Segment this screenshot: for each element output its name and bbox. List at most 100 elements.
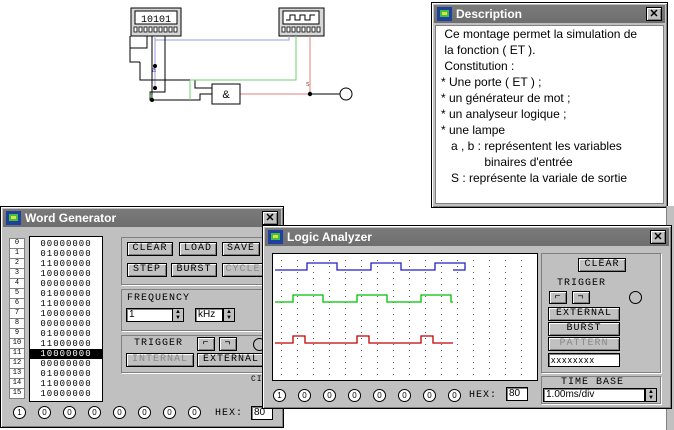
word-row[interactable]: 10000000 xyxy=(30,269,102,279)
waveform-grid xyxy=(275,260,522,375)
analyzer-trigger-label: TRIGGER xyxy=(557,278,607,289)
save-button[interactable]: SAVE xyxy=(222,242,260,256)
input-connector-icon[interactable]: 0 xyxy=(398,389,411,402)
input-connector-icon[interactable]: 0 xyxy=(348,389,361,402)
analyzer-hex-input[interactable]: 80 xyxy=(506,387,528,401)
word-row[interactable]: 00000000 xyxy=(30,239,102,249)
unit-stepper[interactable]: ▲ ▼ xyxy=(223,308,235,322)
output-connector-icon[interactable]: 0 xyxy=(38,406,51,419)
word-row[interactable]: 00000000 xyxy=(30,319,102,329)
description-text-area: Ce montage permet la simulation de la fo… xyxy=(435,25,664,204)
load-button[interactable]: LOAD xyxy=(179,242,217,256)
description-line: * Une porte ( ET ) ; xyxy=(441,75,542,89)
gate-symbol: & xyxy=(222,89,230,101)
word-row[interactable]: 00000000 xyxy=(30,279,102,289)
app-icon xyxy=(6,211,21,225)
logic-analyzer-instrument[interactable] xyxy=(278,7,325,37)
close-icon[interactable]: ✕ xyxy=(650,230,666,244)
rising-edge-icon[interactable]: ⌐ xyxy=(197,337,215,351)
time-base-label: TIME BASE xyxy=(561,377,625,388)
word-row-selected[interactable]: 10000000 xyxy=(30,349,102,359)
output-connector-icon[interactable]: 0 xyxy=(88,406,101,419)
input-connector-icon[interactable]: 0 xyxy=(323,389,336,402)
word-row[interactable]: 10000000 xyxy=(30,389,102,399)
app-icon xyxy=(437,7,452,21)
description-line: * une lampe xyxy=(441,123,506,137)
analyzer-pattern-button[interactable]: PATTERN xyxy=(548,337,620,351)
cycle-button[interactable]: CYCLE xyxy=(222,263,264,277)
waveform-trace xyxy=(275,262,466,271)
external-button[interactable]: EXTERNAL xyxy=(197,353,265,367)
description-window: Description ✕ Ce montage permet la simul… xyxy=(431,2,668,208)
word-list[interactable]: 00000000 01000000 11000000 10000000 0000… xyxy=(29,236,103,402)
trigger-radio[interactable] xyxy=(629,291,642,304)
clear-button[interactable]: CLEAR xyxy=(127,242,173,256)
logic-analyzer-title: Logic Analyzer xyxy=(287,230,372,244)
rising-edge-icon[interactable]: ⌐ xyxy=(549,291,567,304)
word-row[interactable]: 01000000 xyxy=(30,249,102,259)
description-line: Constitution : xyxy=(441,59,515,73)
output-connector-icon[interactable]: 0 xyxy=(138,406,151,419)
circuit-schematic: 10101 & a b s xyxy=(129,7,353,105)
word-row[interactable]: 10000000 xyxy=(30,309,102,319)
lamp[interactable] xyxy=(339,87,353,101)
word-generator-titlebar[interactable]: Word Generator ✕ xyxy=(3,209,281,227)
description-line: * un générateur de mot ; xyxy=(441,91,571,105)
internal-button[interactable]: INTERNAL xyxy=(126,353,194,367)
description-line: la fonction ( ET ). xyxy=(441,43,536,57)
time-base-stepper[interactable]: ▲ ▼ xyxy=(645,388,657,402)
step-button[interactable]: STEP xyxy=(127,263,167,277)
falling-edge-icon[interactable]: ¬ xyxy=(219,337,237,351)
word-row[interactable]: 11000000 xyxy=(30,259,102,269)
time-base-select[interactable]: 1.00ms/div xyxy=(543,388,645,402)
output-connector-icon[interactable]: 0 xyxy=(188,406,201,419)
generator-display: 10101 xyxy=(141,15,171,26)
falling-edge-icon[interactable]: ¬ xyxy=(572,291,590,304)
hex-label: HEX: xyxy=(215,408,244,419)
word-generator-window: Word Generator ✕ 0 1 2 3 4 5 6 7 8 9 10 … xyxy=(0,206,284,428)
output-connector-icon[interactable]: 0 xyxy=(63,406,76,419)
description-titlebar[interactable]: Description ✕ xyxy=(434,5,665,23)
word-row[interactable]: 01000000 xyxy=(30,369,102,379)
word-row[interactable]: 11000000 xyxy=(30,299,102,309)
input-connector-icon[interactable]: 0 xyxy=(298,389,311,402)
description-line: Ce montage permet la simulation de xyxy=(441,27,638,41)
description-line: binaires d'entrée xyxy=(441,155,573,169)
frequency-stepper[interactable]: ▲ ▼ xyxy=(172,308,184,322)
word-generator-title: Word Generator xyxy=(25,211,117,225)
app-icon xyxy=(268,230,283,244)
word-row[interactable]: 00000000 xyxy=(30,359,102,369)
word-row[interactable]: 01000000 xyxy=(30,329,102,339)
analyzer-external-button[interactable]: EXTERNAL xyxy=(548,307,620,321)
analyzer-hex-label: HEX: xyxy=(469,390,498,401)
output-connector-icon[interactable]: 1 xyxy=(13,406,26,419)
close-icon[interactable]: ✕ xyxy=(262,211,278,225)
pattern-input[interactable]: xxxxxxxx xyxy=(548,353,620,367)
waveform-trace xyxy=(275,335,453,344)
waveform-display xyxy=(272,253,538,381)
input-label-a: a xyxy=(152,67,156,74)
word-row[interactable]: 01000000 xyxy=(30,289,102,299)
frequency-input[interactable]: 1 xyxy=(126,308,174,322)
logic-analyzer-window: Logic Analyzer ✕ CLEAR TRIGGER ⌐ ¬ EXTER… xyxy=(262,225,672,409)
logic-analyzer-titlebar[interactable]: Logic Analyzer ✕ xyxy=(265,228,669,246)
close-icon[interactable]: ✕ xyxy=(646,7,662,21)
waveform-trace xyxy=(275,294,453,303)
input-connector-icon[interactable]: 0 xyxy=(448,389,461,402)
word-index: 15 xyxy=(9,388,25,399)
word-row[interactable]: 11000000 xyxy=(30,339,102,349)
description-line: a , b : représentent les variables xyxy=(441,139,622,153)
frequency-unit-select[interactable]: kHz xyxy=(195,308,223,322)
input-connector-icon[interactable]: 0 xyxy=(423,389,436,402)
analyzer-burst-button[interactable]: BURST xyxy=(548,322,620,336)
input-connector-icon[interactable]: 0 xyxy=(373,389,386,402)
description-line: * un analyseur logique ; xyxy=(441,107,567,121)
output-connector-icon[interactable]: 0 xyxy=(163,406,176,419)
input-connector-icon[interactable]: 1 xyxy=(273,389,286,402)
analyzer-clear-button[interactable]: CLEAR xyxy=(578,258,626,272)
frequency-label: FREQUENCY xyxy=(127,293,191,304)
output-connector-icon[interactable]: 0 xyxy=(113,406,126,419)
word-row[interactable]: 11000000 xyxy=(30,379,102,389)
input-label-b: b xyxy=(149,93,153,100)
burst-button[interactable]: BURST xyxy=(171,263,217,277)
